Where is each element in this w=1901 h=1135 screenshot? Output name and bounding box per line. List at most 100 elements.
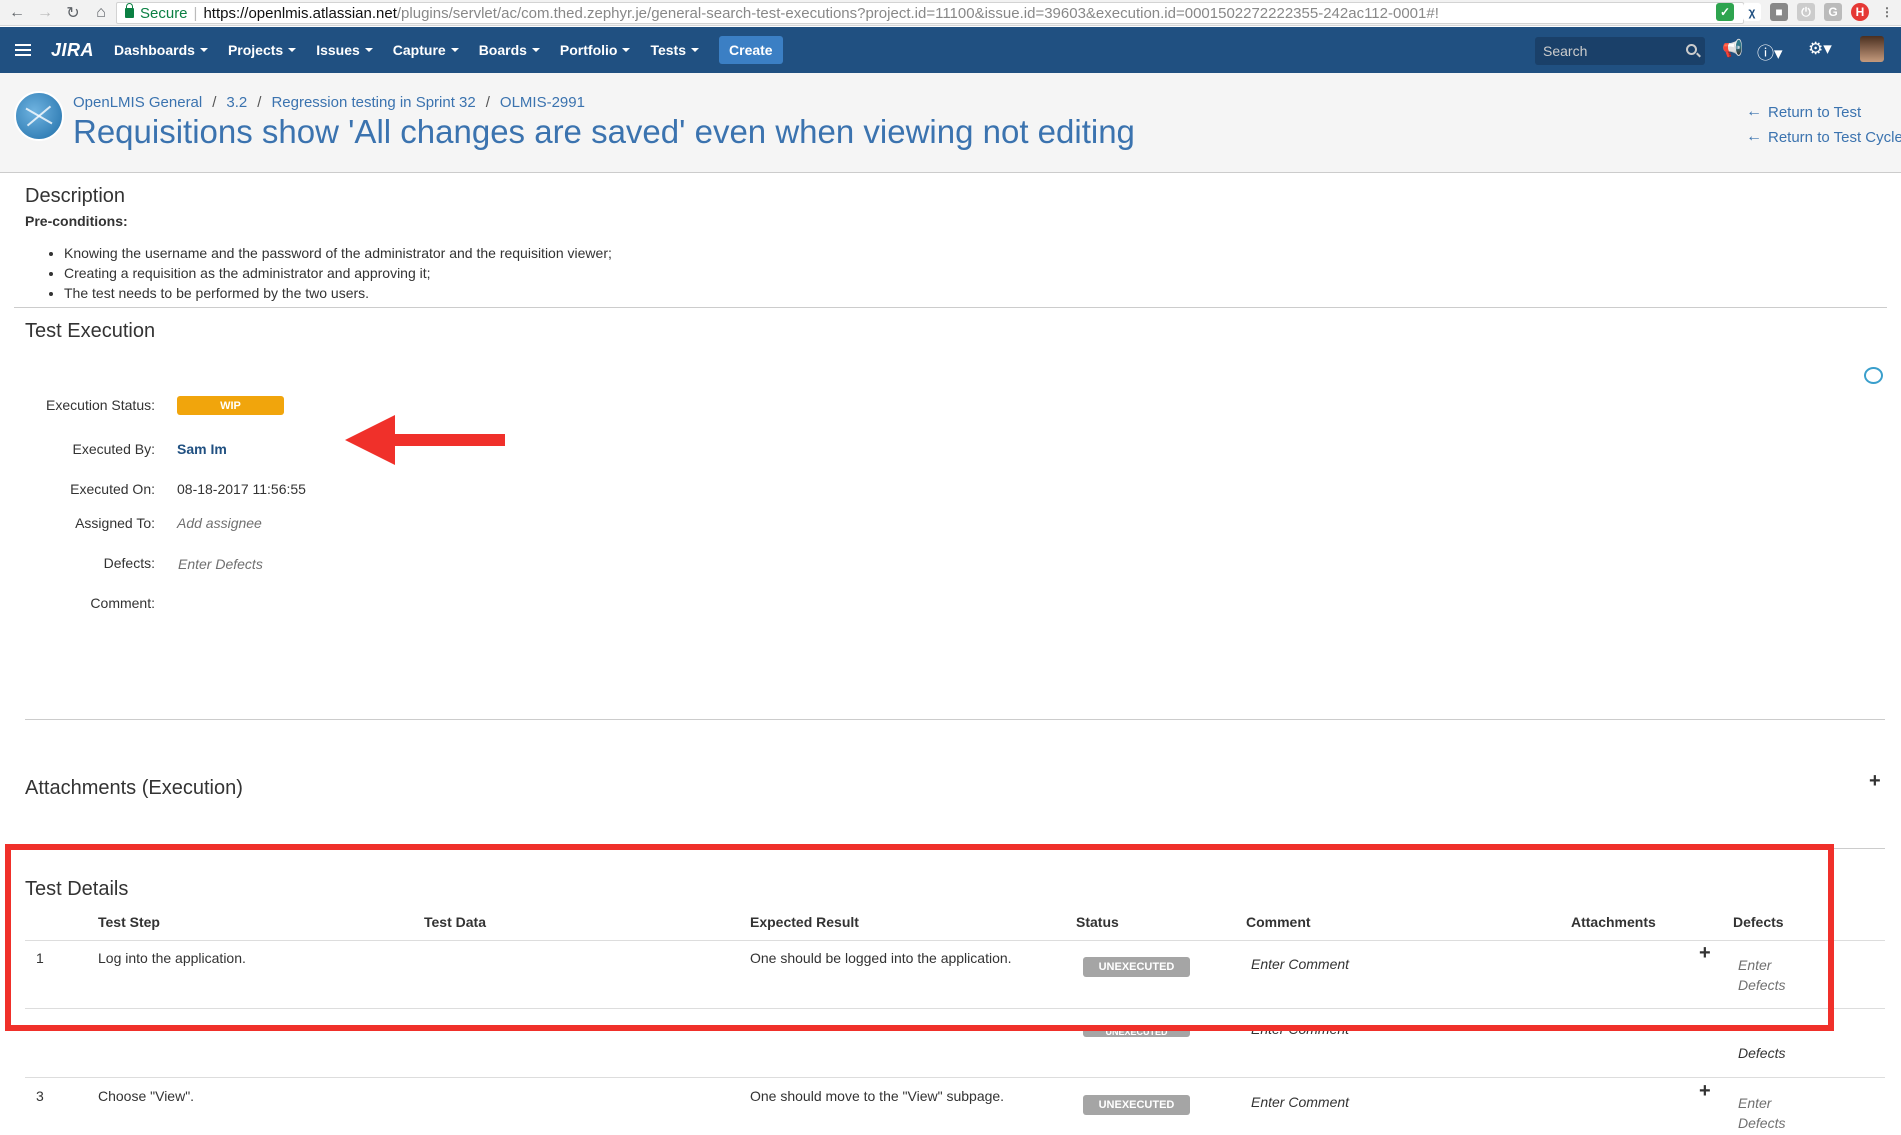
- comment-label: Comment:: [90, 595, 155, 611]
- annotation-highlight-box: [5, 844, 1834, 1031]
- h-extension-icon[interactable]: H: [1851, 3, 1869, 21]
- issue-header: OpenLMIS General / 3.2 / Regression test…: [0, 73, 1901, 173]
- step-defects-field[interactable]: Enter Defects: [1738, 1093, 1798, 1133]
- menu-capture[interactable]: Capture: [393, 42, 459, 58]
- defects-label: Defects:: [103, 555, 155, 571]
- caret-down-icon: [364, 48, 373, 52]
- browser-toolbar: ← → ↻ ⌂ Secure | https://openlmis.atlass…: [0, 0, 1901, 26]
- executed-by-link[interactable]: Sam Im: [177, 441, 227, 457]
- menu-projects[interactable]: Projects: [228, 42, 297, 58]
- forward-icon[interactable]: →: [34, 2, 56, 24]
- expected-result[interactable]: One should be logged into the applicatio…: [750, 950, 1012, 966]
- menu-issues[interactable]: Issues: [316, 42, 373, 58]
- search-icon: [1686, 44, 1697, 55]
- reload-icon[interactable]: ↻: [62, 2, 84, 24]
- step-comment-field[interactable]: Enter Comment: [1251, 1027, 1349, 1037]
- url-path: /plugins/servlet/ac/com.thed.zephyr.je/g…: [396, 4, 1439, 22]
- executed-on-value: 08-18-2017 11:56:55: [177, 481, 306, 497]
- menu-portfolio[interactable]: Portfolio: [560, 42, 631, 58]
- extension-icons: ✓ χ ■ ⏻ G H ⋮: [1716, 3, 1896, 21]
- preconditions-label: Pre-conditions:: [25, 213, 128, 229]
- menu-tests[interactable]: Tests: [650, 42, 700, 58]
- step-status-badge[interactable]: UNEXECUTED: [1083, 957, 1190, 977]
- search-placeholder: Search: [1543, 43, 1588, 59]
- menu-boards[interactable]: Boards: [479, 42, 540, 58]
- step-text[interactable]: Choose "View".: [98, 1088, 194, 1104]
- expected-result[interactable]: One should move to the "View" subpage.: [750, 1088, 1004, 1104]
- hamburger-icon[interactable]: [15, 44, 31, 56]
- comment-bubble-icon[interactable]: [1864, 367, 1883, 384]
- column-header-expected-result: Expected Result: [750, 914, 859, 930]
- divider: [14, 307, 1887, 308]
- step-number: 3: [36, 1088, 44, 1104]
- list-item: Knowing the username and the password of…: [64, 243, 612, 263]
- column-header-comment: Comment: [1246, 914, 1311, 930]
- page-title[interactable]: Requisitions show 'All changes are saved…: [73, 113, 1135, 151]
- assigned-to-label: Assigned To:: [75, 515, 155, 531]
- list-item: Creating a requisition as the administra…: [64, 263, 612, 283]
- status-badge[interactable]: WIP: [177, 396, 284, 415]
- row-divider: [25, 940, 1885, 941]
- breadcrumb-cycle[interactable]: Regression testing in Sprint 32: [271, 94, 475, 111]
- checkmark-extension-icon[interactable]: ✓: [1716, 3, 1734, 21]
- caret-down-icon: [691, 48, 700, 52]
- step-defects-field[interactable]: Enter Defects: [1738, 955, 1798, 995]
- url-host: https://openlmis.atlassian.net: [203, 4, 397, 22]
- secure-label: Secure: [140, 4, 188, 22]
- user-avatar[interactable]: [1860, 36, 1884, 62]
- breadcrumb-project[interactable]: OpenLMIS General: [73, 94, 202, 111]
- arrow-left-icon: ←: [1746, 103, 1762, 120]
- help-icon[interactable]: ⓘ▾: [1757, 39, 1783, 64]
- divider: [25, 719, 1885, 720]
- executed-by-label: Executed By:: [72, 441, 156, 457]
- search-input[interactable]: Search: [1535, 37, 1705, 65]
- step-status-badge[interactable]: UNEXECUTED: [1083, 1027, 1190, 1037]
- megaphone-icon[interactable]: 📢: [1722, 39, 1743, 59]
- gear-icon[interactable]: ⚙▾: [1808, 39, 1832, 59]
- annotation-arrow: [345, 415, 505, 465]
- add-step-attachment-icon[interactable]: +: [1699, 942, 1711, 965]
- return-to-test-link[interactable]: ← Return to Test: [1746, 103, 1861, 121]
- menu-kebab-icon[interactable]: ⋮: [1878, 3, 1896, 21]
- jira-header: JIRA Dashboards Projects Issues Capture …: [0, 27, 1901, 73]
- comment-field[interactable]: [177, 590, 777, 650]
- add-step-attachment-icon[interactable]: +: [1699, 1080, 1711, 1103]
- row-divider: [25, 1077, 1885, 1078]
- column-header-test-data: Test Data: [424, 914, 486, 930]
- add-attachment-icon[interactable]: +: [1869, 770, 1881, 793]
- breadcrumb: OpenLMIS General / 3.2 / Regression test…: [73, 94, 585, 111]
- breadcrumb-issue-key[interactable]: OLMIS-2991: [500, 94, 585, 111]
- breadcrumb-version[interactable]: 3.2: [226, 94, 247, 111]
- column-header-attachments: Attachments: [1571, 914, 1656, 930]
- step-text[interactable]: Log into the application.: [98, 950, 246, 966]
- power-extension-icon[interactable]: ⏻: [1797, 3, 1815, 21]
- description-heading: Description: [25, 185, 126, 207]
- caret-down-icon: [450, 48, 459, 52]
- step-comment-field[interactable]: Enter Comment: [1251, 1094, 1349, 1110]
- lock-icon: [125, 3, 134, 18]
- menu-dashboards[interactable]: Dashboards: [114, 42, 208, 58]
- defects-field[interactable]: Enter Defects: [178, 556, 263, 572]
- return-to-cycle-link[interactable]: ← Return to Test Cycle: [1746, 128, 1901, 146]
- create-button[interactable]: Create: [719, 36, 783, 64]
- caret-down-icon: [288, 48, 297, 52]
- step-defects-field[interactable]: Defects: [1738, 1045, 1785, 1061]
- execution-status-label: Execution Status:: [46, 397, 155, 413]
- arrow-left-icon: ←: [1746, 128, 1762, 145]
- back-icon[interactable]: ←: [6, 2, 28, 24]
- jira-logo[interactable]: JIRA: [51, 40, 94, 61]
- divider: [25, 848, 1885, 849]
- g-extension-icon[interactable]: G: [1824, 3, 1842, 21]
- address-bar[interactable]: Secure | https://openlmis.atlassian.net …: [116, 2, 1744, 24]
- step-status-badge[interactable]: UNEXECUTED: [1083, 1095, 1190, 1115]
- test-execution-heading: Test Execution: [25, 320, 156, 342]
- assignee-field[interactable]: Add assignee: [177, 515, 262, 531]
- zephyr-extension-icon[interactable]: χ: [1743, 3, 1761, 21]
- attachments-heading: Attachments (Execution): [25, 777, 243, 799]
- puzzle-extension-icon[interactable]: ■: [1770, 3, 1788, 21]
- step-comment-field[interactable]: Enter Comment: [1251, 956, 1349, 972]
- project-globe-icon[interactable]: [14, 91, 64, 141]
- preconditions-list: Knowing the username and the password of…: [64, 243, 612, 303]
- home-icon[interactable]: ⌂: [90, 2, 112, 24]
- step-number: 1: [36, 950, 44, 966]
